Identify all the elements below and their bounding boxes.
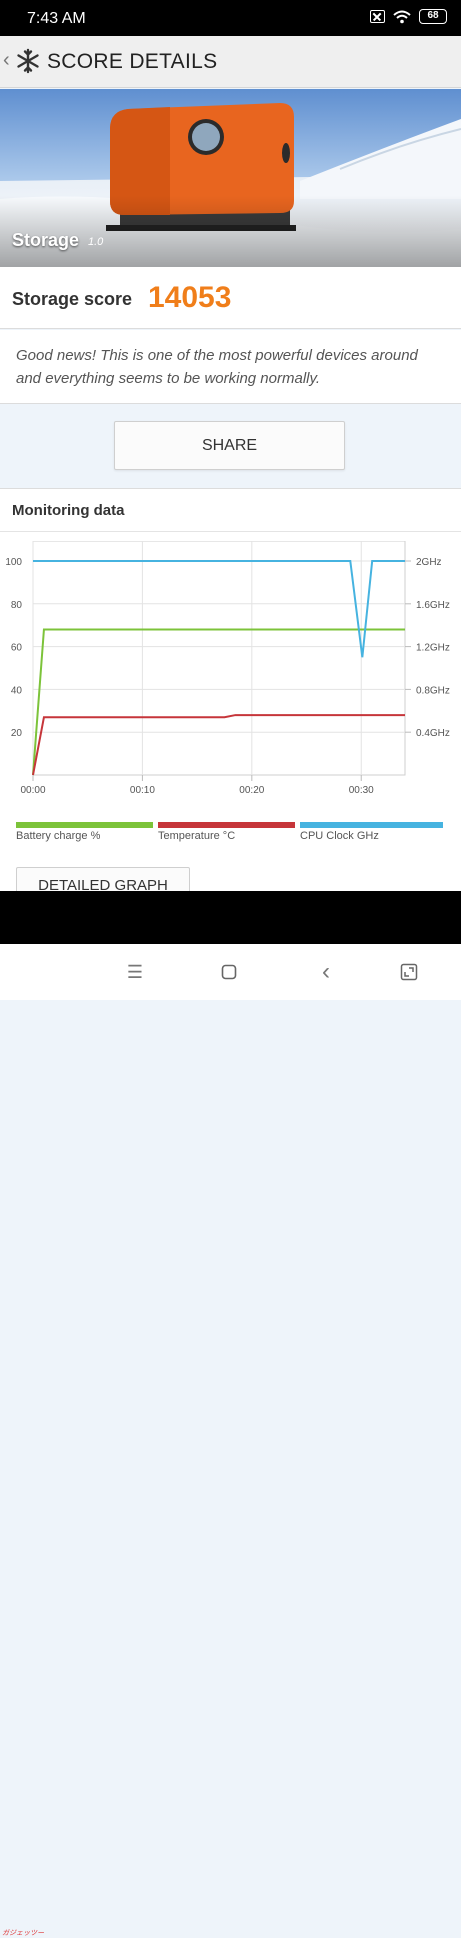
share-button[interactable]: SHARE (114, 421, 345, 470)
plot-frame (32, 541, 406, 776)
battery-icon: 68 (419, 9, 447, 24)
recents-icon[interactable] (398, 961, 420, 983)
legend-temperature: Temperature °C (158, 822, 295, 848)
legend-cpu-swatch (300, 822, 443, 828)
legend-cpu-label: CPU Clock GHz (300, 830, 379, 842)
app-bar: ‹ SCORE DETAILS (0, 36, 461, 88)
hero-banner: Storage 1.0 (0, 89, 461, 267)
score-value: 14053 (148, 281, 232, 314)
watermark: ガジェッツー (2, 1930, 44, 1937)
hero-label: Storage (12, 230, 80, 250)
monitoring-title: Monitoring data (12, 502, 125, 519)
nav-bar: ☰ ‹ ガジェッツー (0, 944, 461, 1937)
back-icon[interactable]: ‹ (315, 960, 337, 984)
x-tick-label: 00:10 (130, 785, 155, 796)
status-bar: 7:43 AM 68 (0, 0, 461, 36)
wifi-icon (393, 10, 411, 23)
legend-battery-swatch (16, 822, 153, 828)
left-tick-label: 40 (11, 685, 23, 696)
menu-icon[interactable]: ☰ (124, 961, 146, 983)
no-sim-icon (370, 10, 385, 23)
status-time: 7:43 AM (27, 10, 86, 27)
right-tick-label: 0.8GHz (416, 685, 450, 696)
legend-cpu: CPU Clock GHz (300, 822, 443, 848)
legend-temperature-swatch (158, 822, 295, 828)
legend-temperature-label: Temperature °C (158, 830, 236, 842)
x-tick-label: 00:20 (239, 785, 264, 796)
legend-battery-label: Battery charge % (16, 830, 101, 842)
page-title: SCORE DETAILS (47, 50, 218, 73)
result-message: Good news! This is one of the most power… (16, 347, 418, 387)
right-tick-label: 1.6GHz (416, 600, 450, 611)
right-tick-label: 0.4GHz (416, 728, 450, 739)
hero-version: 1.0 (88, 236, 104, 248)
snowflake-icon[interactable] (15, 48, 41, 74)
back-chevron-icon[interactable]: ‹ (3, 49, 10, 72)
right-tick-label: 1.2GHz (416, 643, 450, 654)
left-tick-label: 80 (11, 600, 23, 611)
result-message-card: Good news! This is one of the most power… (0, 330, 461, 404)
right-tick-label: 2GHz (416, 557, 442, 568)
temperature-series-line (32, 714, 405, 776)
battery-series-line (32, 628, 405, 776)
legend-battery: Battery charge % (16, 822, 153, 848)
x-tick-label: 00:30 (349, 785, 374, 796)
home-icon[interactable] (218, 961, 240, 983)
left-tick-label: 20 (11, 728, 23, 739)
black-band (0, 891, 461, 944)
score-card: Storage score 14053 (0, 267, 461, 329)
status-icons: 68 (370, 9, 447, 24)
divider (0, 531, 461, 532)
x-tick-label: 00:00 (20, 785, 45, 796)
left-tick-label: 60 (11, 643, 23, 654)
monitoring-card: Monitoring data 100 2GHz 80 1.6GHz 60 1.2GHz 4… (0, 488, 461, 907)
left-tick-label: 100 (5, 557, 22, 568)
cpu-series-line (33, 560, 405, 658)
score-label: Storage score (12, 289, 133, 309)
monitoring-chart: 100 2GHz 80 1.6GHz 60 1.2GHz 40 0.8GHz 20 0.4GHz 0… (5, 541, 450, 796)
